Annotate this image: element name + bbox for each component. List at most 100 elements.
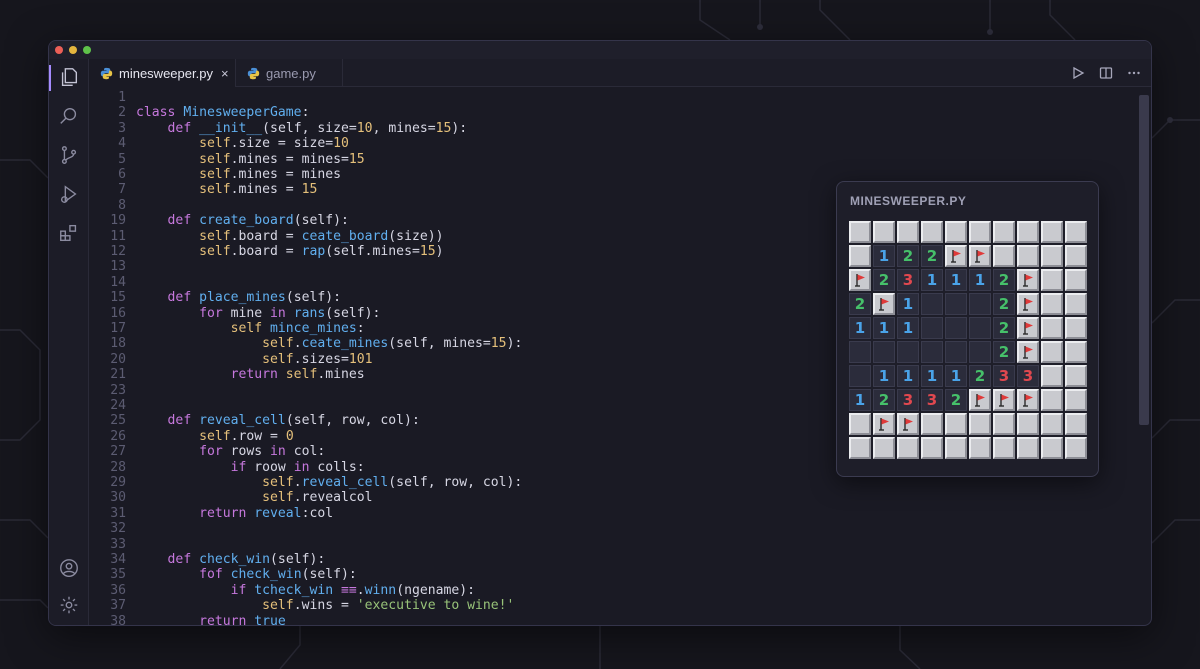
more-icon[interactable]	[1127, 66, 1141, 80]
covered-cell[interactable]	[969, 221, 991, 243]
code-line[interactable]: 34 def check_win(self):	[90, 552, 325, 567]
close-tab-icon[interactable]: ×	[221, 66, 229, 81]
number-cell[interactable]: 1	[873, 245, 895, 267]
empty-cell[interactable]	[945, 293, 967, 315]
covered-cell[interactable]	[969, 413, 991, 435]
covered-cell[interactable]	[849, 437, 871, 459]
covered-cell[interactable]	[1017, 413, 1039, 435]
covered-cell[interactable]	[1017, 437, 1039, 459]
covered-cell[interactable]	[849, 413, 871, 435]
covered-cell[interactable]	[1041, 269, 1063, 291]
covered-cell[interactable]	[1017, 245, 1039, 267]
maximize-window-button[interactable]	[83, 46, 91, 54]
code-line[interactable]: 2 class MinesweeperGame:	[90, 105, 309, 120]
number-cell[interactable]: 3	[921, 389, 943, 411]
covered-cell[interactable]	[945, 413, 967, 435]
covered-cell[interactable]	[993, 413, 1015, 435]
number-cell[interactable]: 1	[849, 389, 871, 411]
number-cell[interactable]: 2	[921, 245, 943, 267]
number-cell[interactable]: 1	[969, 269, 991, 291]
code-line[interactable]: 23	[90, 383, 136, 398]
covered-cell[interactable]	[921, 221, 943, 243]
covered-cell[interactable]	[1065, 269, 1087, 291]
covered-cell[interactable]	[1065, 245, 1087, 267]
covered-cell[interactable]	[1065, 389, 1087, 411]
code-line[interactable]: 7 self.mines = 15	[90, 182, 317, 197]
code-line[interactable]: 35 fof check_win(self):	[90, 567, 357, 582]
empty-cell[interactable]	[921, 293, 943, 315]
flag-cell[interactable]	[1017, 269, 1039, 291]
covered-cell[interactable]	[849, 245, 871, 267]
code-line[interactable]: 21 return self.mines	[90, 367, 364, 382]
search-icon[interactable]	[58, 105, 80, 127]
empty-cell[interactable]	[921, 317, 943, 339]
number-cell[interactable]: 3	[1017, 365, 1039, 387]
number-cell[interactable]: 3	[897, 269, 919, 291]
covered-cell[interactable]	[1065, 317, 1087, 339]
flag-cell[interactable]	[873, 293, 895, 315]
number-cell[interactable]: 2	[897, 245, 919, 267]
number-cell[interactable]: 1	[921, 269, 943, 291]
number-cell[interactable]: 2	[993, 269, 1015, 291]
code-line[interactable]: 12 self.board = rap(self.mines=15)	[90, 244, 443, 259]
flag-cell[interactable]	[1017, 293, 1039, 315]
empty-cell[interactable]	[921, 341, 943, 363]
run-debug-icon[interactable]	[58, 183, 80, 205]
code-line[interactable]: 33	[90, 537, 136, 552]
extensions-icon[interactable]	[58, 222, 80, 244]
code-line[interactable]: 37 self.wins = 'executive to wine!'	[90, 598, 514, 613]
flag-cell[interactable]	[1017, 317, 1039, 339]
number-cell[interactable]: 2	[849, 293, 871, 315]
code-line[interactable]: 31 return reveal:col	[90, 506, 333, 521]
code-line[interactable]: 29 self.reveal_cell(self, row, col):	[90, 475, 522, 490]
code-line[interactable]: 8	[90, 198, 136, 213]
covered-cell[interactable]	[873, 437, 895, 459]
close-window-button[interactable]	[55, 46, 63, 54]
code-line[interactable]: 16 for mine in rans(self):	[90, 306, 380, 321]
covered-cell[interactable]	[945, 437, 967, 459]
flag-cell[interactable]	[897, 413, 919, 435]
code-line[interactable]: 25 def reveal_cell(self, row, col):	[90, 413, 420, 428]
covered-cell[interactable]	[1041, 389, 1063, 411]
code-line[interactable]: 6 self.mines = mines	[90, 167, 341, 182]
covered-cell[interactable]	[1041, 317, 1063, 339]
empty-cell[interactable]	[897, 341, 919, 363]
covered-cell[interactable]	[993, 245, 1015, 267]
code-line[interactable]: 15 def place_mines(self):	[90, 290, 341, 305]
flag-cell[interactable]	[873, 413, 895, 435]
editor-scrollbar[interactable]	[1139, 95, 1149, 425]
flag-cell[interactable]	[993, 389, 1015, 411]
covered-cell[interactable]	[921, 437, 943, 459]
code-line[interactable]: 38 return true	[90, 614, 286, 625]
covered-cell[interactable]	[945, 221, 967, 243]
empty-cell[interactable]	[849, 341, 871, 363]
covered-cell[interactable]	[1065, 365, 1087, 387]
flag-cell[interactable]	[969, 245, 991, 267]
code-line[interactable]: 14	[90, 275, 136, 290]
run-icon[interactable]	[1071, 66, 1085, 80]
number-cell[interactable]: 2	[993, 341, 1015, 363]
code-line[interactable]: 27 for rows in col:	[90, 444, 325, 459]
number-cell[interactable]: 3	[897, 389, 919, 411]
number-cell[interactable]: 1	[873, 365, 895, 387]
settings-gear-icon[interactable]	[58, 594, 80, 616]
covered-cell[interactable]	[1065, 341, 1087, 363]
code-line[interactable]: 20 self.sizes=101	[90, 352, 372, 367]
code-line[interactable]: 5 self.mines = mines=15	[90, 152, 365, 167]
empty-cell[interactable]	[945, 341, 967, 363]
number-cell[interactable]: 1	[873, 317, 895, 339]
code-line[interactable]: 1	[90, 90, 136, 105]
code-line[interactable]: 13	[90, 259, 136, 274]
code-line[interactable]: 36 if tcheck_win ≡≡.winn(ngename):	[90, 583, 475, 598]
code-line[interactable]: 11 self.board = ceate_board(size))	[90, 229, 443, 244]
number-cell[interactable]: 2	[993, 293, 1015, 315]
number-cell[interactable]: 2	[873, 269, 895, 291]
number-cell[interactable]: 2	[993, 317, 1015, 339]
split-editor-icon[interactable]	[1099, 66, 1113, 80]
code-line[interactable]: 3 def __init__(self, size=10, mines=15):	[90, 121, 467, 136]
covered-cell[interactable]	[1017, 221, 1039, 243]
empty-cell[interactable]	[945, 317, 967, 339]
covered-cell[interactable]	[1041, 437, 1063, 459]
covered-cell[interactable]	[1041, 245, 1063, 267]
code-line[interactable]: 18 self.ceate_mines(self, mines=15):	[90, 336, 522, 351]
